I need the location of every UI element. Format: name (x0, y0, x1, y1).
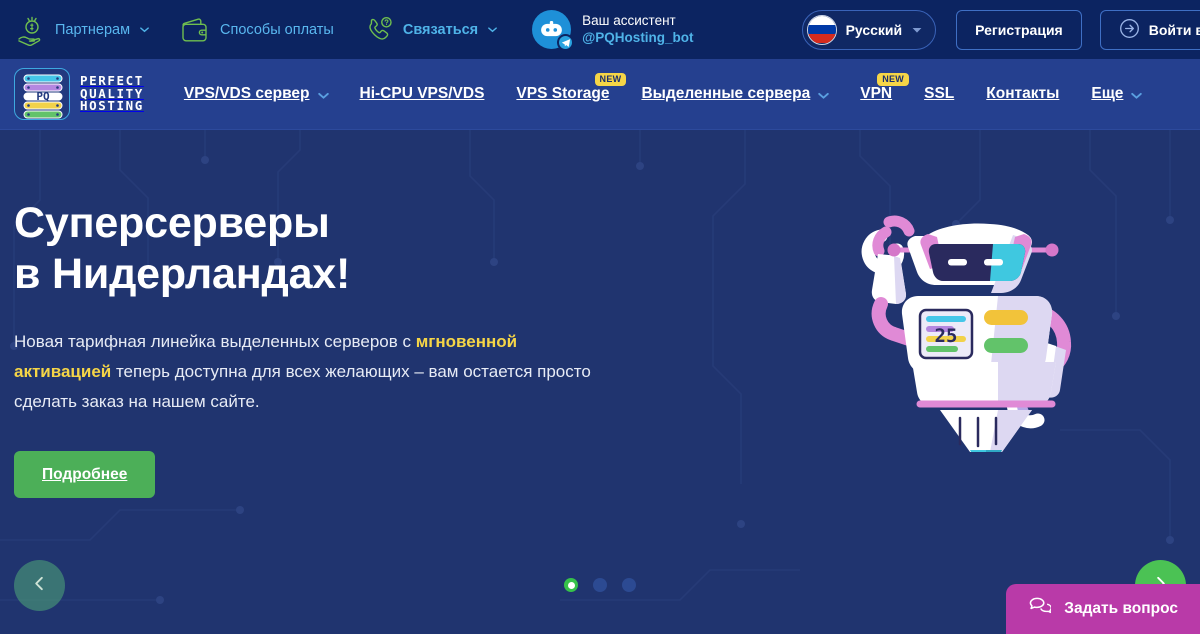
nav-item-vps-vds[interactable]: VPS/VDS сервер (168, 59, 344, 130)
site-logo[interactable]: PQ PERFECT QUALITY HOSTING (14, 68, 144, 120)
chevron-down-icon (817, 89, 829, 100)
learn-more-button[interactable]: Подробнее (14, 451, 156, 499)
language-selector[interactable]: Русский (801, 9, 937, 50)
chevron-down-icon (487, 24, 498, 35)
chat-widget-button[interactable]: Задать вопрос (1006, 584, 1200, 634)
nav-links: VPS/VDS сервер Hi-CPU VPS/VDS VPS Storag… (168, 59, 1158, 130)
register-button[interactable]: Регистрация (956, 9, 1082, 50)
wallet-icon (180, 16, 211, 44)
hero-description: Новая тарифная линейка выделенных сервер… (14, 327, 599, 417)
chevron-down-icon (139, 24, 150, 35)
chevron-down-icon (317, 89, 329, 100)
logo-wordmark: PERFECT QUALITY HOSTING (80, 74, 144, 114)
new-badge: NEW (594, 72, 627, 86)
login-billing-button[interactable]: Войти в биллинг (1099, 9, 1200, 50)
hero-content: Суперсерверы в Нидерландах! Новая тарифн… (0, 130, 640, 499)
telegram-badge-icon (557, 34, 575, 51)
carousel-dot-2[interactable] (593, 578, 607, 592)
topbar-contact-label: Связаться (402, 21, 479, 38)
nav-label: VPS Storage (516, 85, 610, 102)
topbar-payment-label: Способы оплаты (220, 21, 334, 38)
nav-item-more[interactable]: Еще (1075, 59, 1157, 130)
top-utility-bar: Партнерам Способы оплаты Связаться Ваш а… (0, 0, 1200, 59)
nav-item-hi-cpu[interactable]: Hi-CPU VPS/VDS (344, 59, 501, 130)
register-label: Регистрация (975, 21, 1063, 38)
hero-desc-part1: Новая тарифная линейка выделенных сервер… (14, 332, 416, 352)
chevron-down-icon (911, 24, 922, 35)
hero-title-line1: Суперсерверы (14, 199, 330, 247)
logo-line3: HOSTING (80, 98, 144, 114)
nav-item-ssl[interactable]: SSL (908, 59, 970, 130)
nav-label: Выделенные сервера (641, 85, 811, 102)
topbar-partners[interactable]: Партнерам (16, 0, 150, 59)
login-label: Войти в биллинг (1148, 21, 1200, 38)
assistant-text: Ваш ассистент @PQHosting_bot (582, 13, 693, 47)
svg-text:PQ: PQ (36, 90, 50, 103)
topbar-assistant[interactable]: Ваш ассистент @PQHosting_bot (532, 10, 694, 51)
nav-label: Hi-CPU VPS/VDS (359, 85, 485, 102)
nav-item-dedicated-servers[interactable]: Выделенные сервера (625, 59, 844, 130)
new-badge: NEW (877, 72, 910, 86)
nav-label: VPS/VDS сервер (183, 85, 310, 102)
hero-slider: Суперсерверы в Нидерландах! Новая тарифн… (0, 130, 1200, 634)
server-rack-icon: PQ (14, 68, 70, 120)
robot-avatar-icon (532, 10, 575, 51)
svg-text:25: 25 (935, 325, 958, 347)
topbar-payment-methods[interactable]: Способы оплаты (180, 0, 334, 59)
page-root: Партнерам Способы оплаты Связаться Ваш а… (0, 0, 1200, 634)
chat-widget-label: Задать вопрос (1064, 600, 1178, 617)
chat-bubbles-icon (1028, 596, 1053, 622)
assistant-line1: Ваш ассистент (582, 12, 676, 28)
nav-label: Контакты (986, 85, 1060, 102)
assistant-line2: @PQHosting_bot (582, 29, 694, 45)
chevron-down-icon (1130, 89, 1143, 100)
topbar-contact[interactable]: Связаться (364, 0, 498, 59)
login-arrow-icon (1119, 18, 1140, 42)
nav-label: Еще (1091, 85, 1124, 102)
nav-label: SSL (924, 85, 955, 102)
hand-coin-icon (16, 14, 46, 46)
carousel-dot-1[interactable] (564, 578, 578, 592)
nav-item-contacts[interactable]: Контакты (970, 59, 1075, 130)
language-label: Русский (845, 21, 903, 38)
topbar-partners-label: Партнерам (55, 21, 131, 38)
robot-mascot-illustration: 25 (848, 192, 1108, 482)
nav-item-vps-storage[interactable]: VPS Storage NEW (500, 59, 627, 130)
nav-label: VPN (860, 85, 893, 102)
nav-item-vpn[interactable]: VPN NEW (844, 59, 910, 130)
main-navigation-bar: PQ PERFECT QUALITY HOSTING VPS/VDS серве… (0, 59, 1200, 130)
phone-question-icon (364, 15, 394, 45)
hero-title-line2: в Нидерландах! (14, 249, 351, 298)
page-title: Суперсерверы в Нидерландах! (14, 198, 640, 299)
russia-flag-icon (806, 14, 837, 45)
carousel-dot-3[interactable] (622, 578, 636, 592)
